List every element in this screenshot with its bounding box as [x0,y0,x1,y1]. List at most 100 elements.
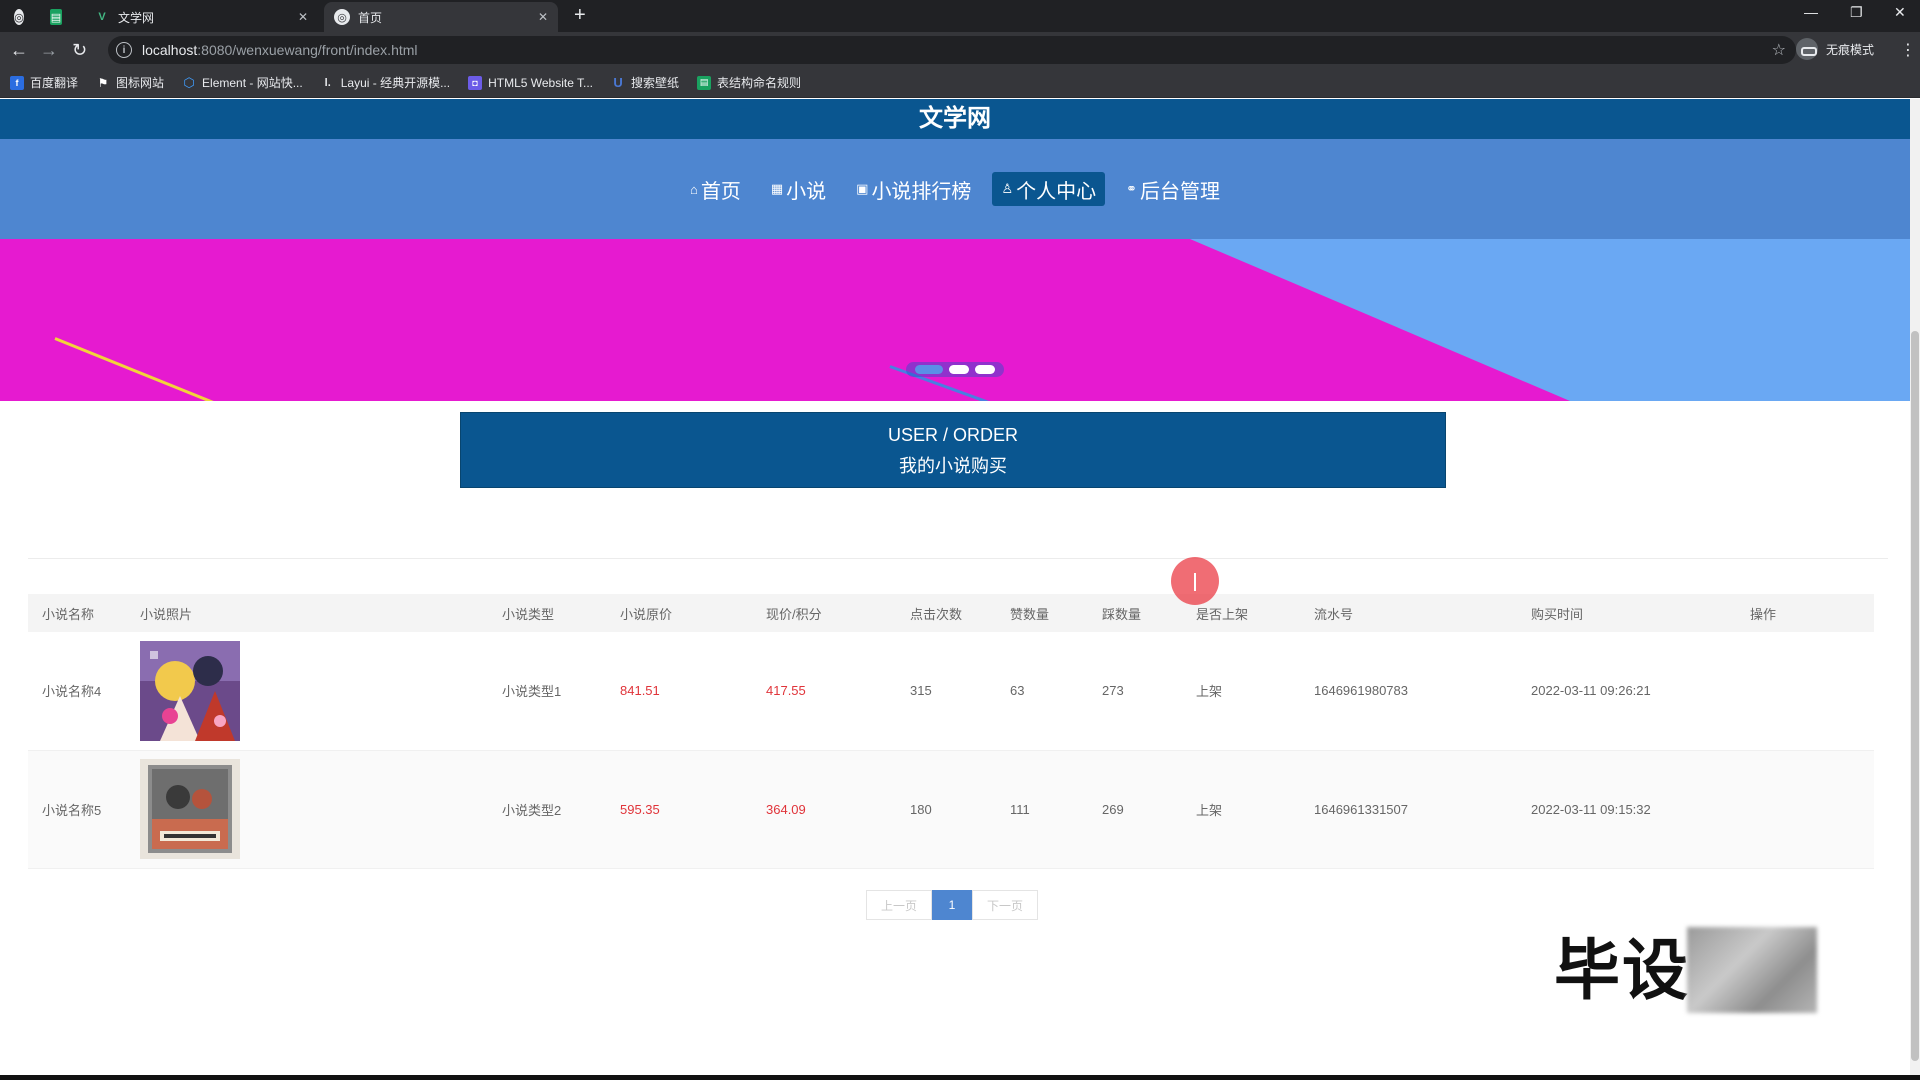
tab-title: 文学网 [118,10,155,25]
carousel-dot-3[interactable] [975,365,995,374]
novel-cover[interactable] [126,750,488,868]
tab-title: 首页 [358,10,383,25]
bookmark-item[interactable]: ▤ 表结构命名规则 [697,74,801,91]
carousel-indicators [906,362,1004,377]
main-nav: ⌂ 首页 ▦ 小说 ▣ 小说排行榜 ♙ 个人中心 ⚭ 后台管理 [0,139,1910,239]
header-cell: 小说名称 [42,606,95,622]
header-cell: 小说照片 [140,606,193,622]
globe-icon: ◎ [334,9,350,25]
bookmark-item[interactable]: ⚑ 图标网站 [96,74,164,91]
layui-icon: l. [324,76,331,89]
current-price: 417.55 [766,683,806,699]
click-cursor-indicator [1171,557,1219,605]
watermark-blur [1687,927,1817,1013]
table-row[interactable]: 小说名称4 小说类型1 841.51 417.55 315 63 273 上架 … [28,632,1874,750]
link-icon: ⚭ [1126,181,1137,196]
nav-item-admin[interactable]: ⚭ 后台管理 [1117,172,1229,206]
header-cell: 点击次数 [910,606,963,622]
close-icon[interactable]: ✕ [538,10,548,24]
site-info-icon[interactable]: i [116,42,132,58]
bottom-edge [0,1075,1920,1080]
bookmark-item[interactable]: f 百度翻译 [10,74,78,91]
like-count: 63 [1010,683,1025,699]
browser-toolbar: ← → ↻ i localhost :8080/wenxuewang/front… [0,32,1920,68]
header-cell: 小说原价 [620,606,673,622]
bookmark-item[interactable]: ◘ HTML5 Website T... [468,75,593,90]
banner-carousel[interactable] [0,239,1910,401]
header-cell: 小说类型 [502,606,555,622]
original-price: 841.51 [620,683,660,699]
order-table: 小说名称 小说照片 小说类型 小说原价 现价/积分 点击次数 赞数量 踩数量 是… [28,594,1874,869]
nav-item-novels[interactable]: ▦ 小说 [762,172,835,206]
forward-icon[interactable]: → [40,40,58,60]
serial-number: 1646961980783 [1314,683,1408,699]
new-tab-icon[interactable]: + [574,4,586,27]
click-count: 315 [910,683,932,699]
minimize-icon[interactable]: — [1804,4,1818,20]
tab-wenxuewang[interactable]: V 文学网 ✕ [84,2,318,32]
header-cell: 流水号 [1314,606,1354,622]
shelf-status: 上架 [1196,684,1223,700]
novel-cover-image [140,640,240,741]
page-viewport: 文学网 ⌂ 首页 ▦ 小说 ▣ 小说排行榜 ♙ 个人中心 ⚭ 后台管理 USER… [0,99,1910,1075]
book-icon: ▦ [770,181,784,196]
bookmark-item[interactable]: U 搜索壁纸 [611,74,679,91]
header-cell: 操作 [1750,606,1777,622]
prev-page-button[interactable]: 上一页 [866,890,932,920]
header-cell: 购买时间 [1531,606,1584,622]
address-bar[interactable]: i localhost :8080/wenxuewang/front/index… [108,36,1796,64]
tab-home[interactable]: ◎ 首页 ✕ [324,2,558,32]
banner-yellow-line [54,337,232,401]
close-icon[interactable]: ✕ [298,10,308,24]
pagination: 上一页 1 下一页 [866,890,1038,920]
close-window-icon[interactable]: ✕ [1894,4,1906,21]
bookmark-star-icon[interactable]: ☆ [1772,40,1786,60]
browser-menu-tab[interactable]: ◎ [10,2,36,32]
nav-item-home[interactable]: ⌂ 首页 [681,172,750,206]
browser-menu-icon[interactable]: ⋮ [1900,40,1916,60]
novel-name: 小说名称5 [42,802,102,818]
header-cell: 踩数量 [1102,606,1142,622]
reload-icon[interactable]: ↻ [72,40,87,60]
carousel-dot-2[interactable] [949,365,969,374]
pinned-tab[interactable]: ▤ [46,2,74,32]
sheet-icon: ▤ [50,9,62,25]
original-price: 595.35 [620,801,660,817]
actions-cell [1736,632,1874,750]
html5-icon: ◘ [468,75,483,90]
wallpaper-icon: U [613,75,623,90]
section-title-zh: 我的小说购买 [899,456,1007,476]
novel-type: 小说类型1 [502,684,562,700]
page-number-button[interactable]: 1 [932,890,972,920]
dislike-count: 273 [1102,683,1124,699]
incognito-indicator[interactable]: 无痕模式 [1796,38,1874,60]
url-path: :8080/wenxuewang/front/index.html [197,42,418,58]
novel-name: 小说名称4 [42,684,102,700]
back-icon[interactable]: ← [10,40,28,60]
like-count: 111 [1010,801,1030,817]
home-icon: ⌂ [689,181,698,197]
url-host: localhost [142,42,198,58]
carousel-dot-1[interactable] [915,365,943,374]
user-icon: ♙ [1001,181,1014,196]
flag-icon: ⚑ [97,75,109,90]
page-scrollbar[interactable] [1910,99,1920,1075]
restore-icon[interactable]: ❐ [1850,4,1863,21]
novel-type: 小说类型2 [502,802,562,818]
incognito-icon [1796,38,1818,60]
table-row[interactable]: 小说名称5 小说类型2 595.35 364.09 180 111 269 上架… [28,750,1874,868]
next-page-button[interactable]: 下一页 [972,890,1038,920]
nav-item-ranking[interactable]: ▣ 小说排行榜 [847,172,980,206]
bookmark-item[interactable]: l. Layui - 经典开源模... [321,74,450,91]
nav-item-user-center[interactable]: ♙ 个人中心 [992,172,1106,206]
actions-cell [1736,750,1874,868]
purchase-time: 2022-03-11 09:15:32 [1531,801,1651,817]
novel-cover[interactable] [126,632,488,750]
section-title: USER / ORDER 我的小说购买 [460,412,1446,488]
bookmark-item[interactable]: ⬡ Element - 网站快... [182,74,302,91]
watermark-text: 毕设 [1554,933,1690,1007]
scrollbar-thumb[interactable] [1911,331,1919,1061]
bookmarks-bar: f 百度翻译 ⚑ 图标网站 ⬡ Element - 网站快... l. Layui - … [0,68,1920,98]
sheet-icon: ▤ [697,75,712,90]
divider [28,558,1888,559]
